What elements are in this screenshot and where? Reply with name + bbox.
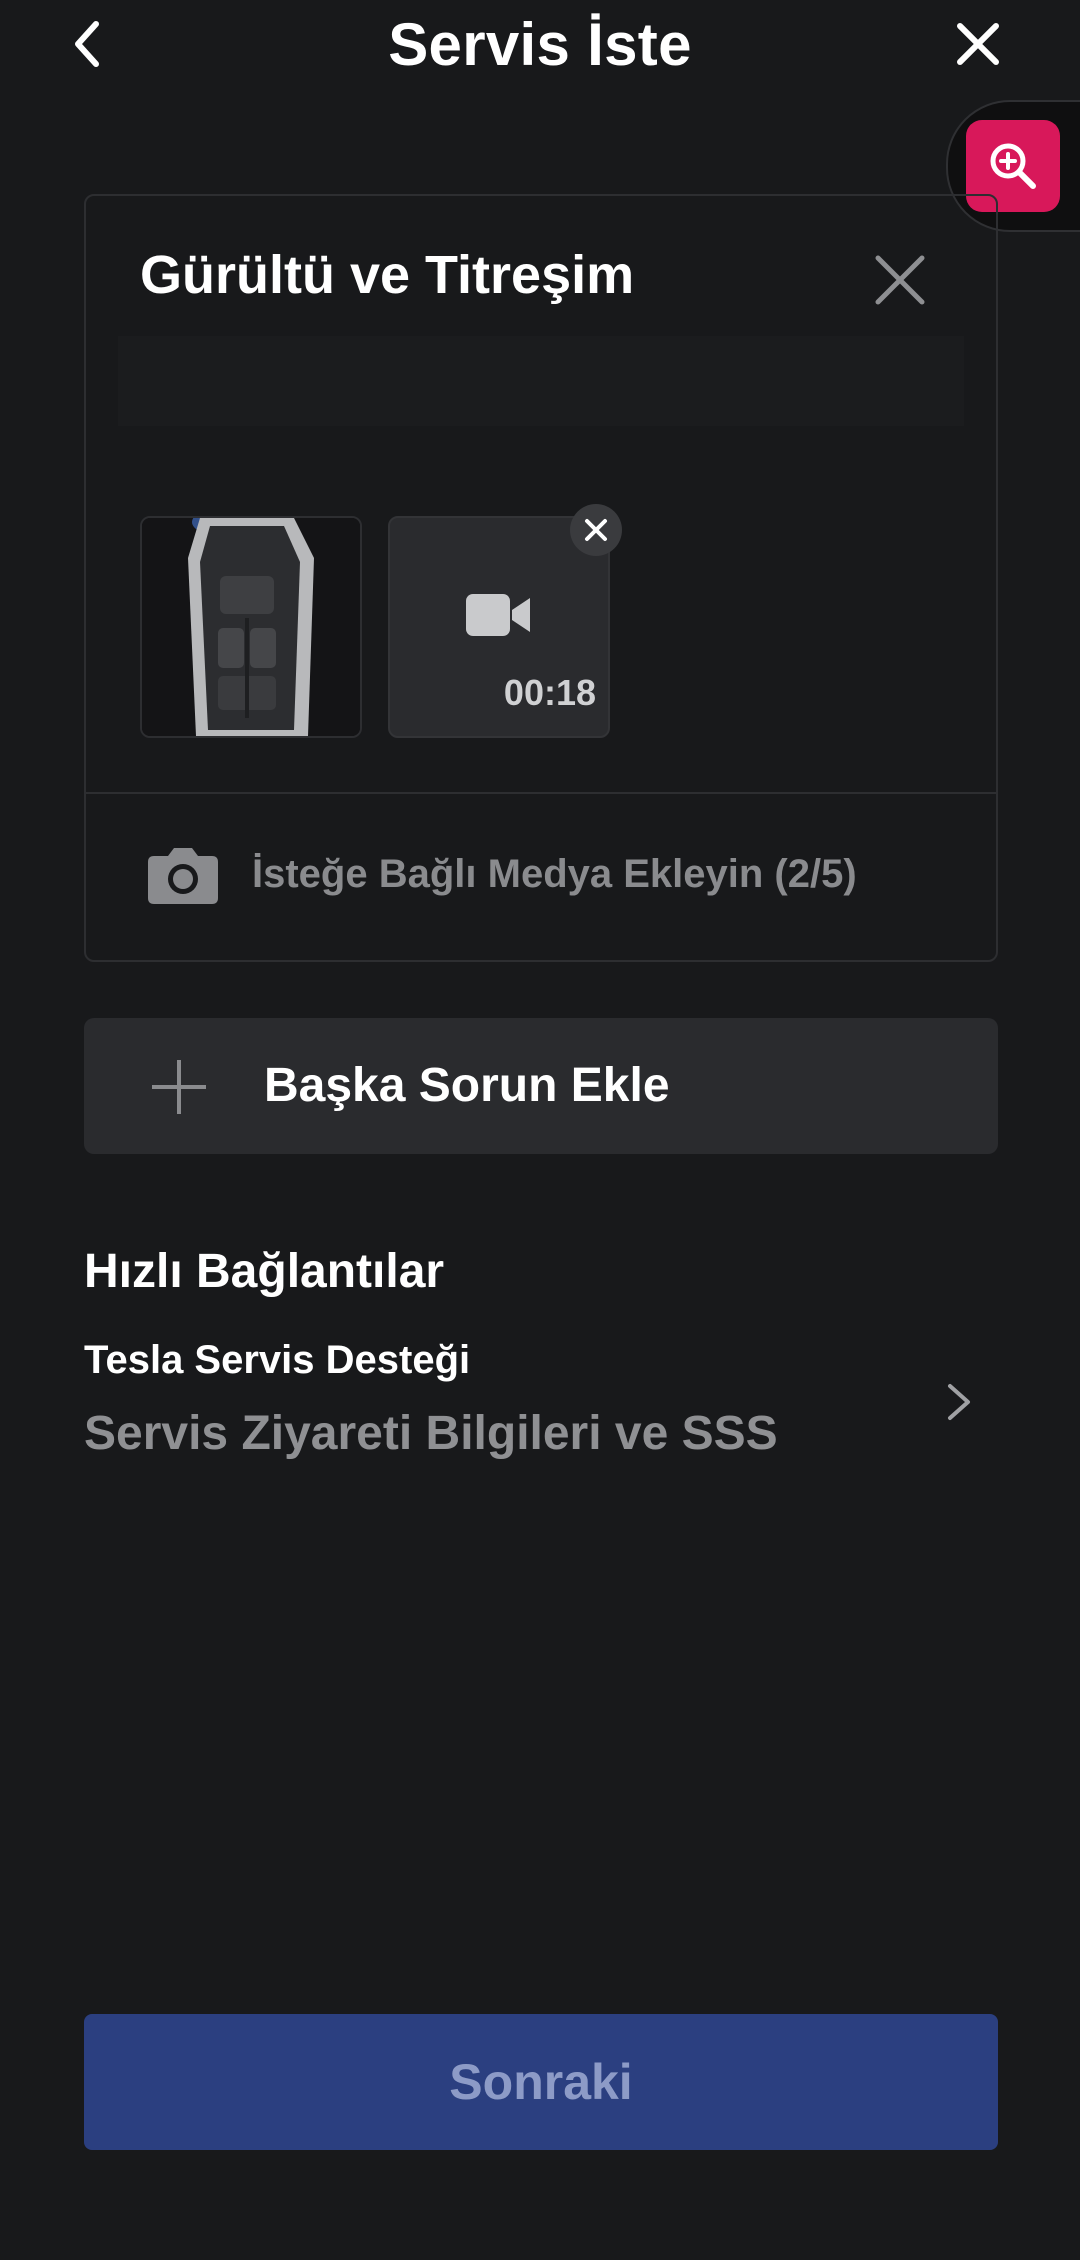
close-button[interactable] — [948, 14, 1008, 74]
car-interior-photo — [142, 518, 360, 736]
next-button-label: Sonraki — [449, 2054, 633, 2110]
close-icon — [957, 23, 999, 65]
quick-link-subtitle: Servis Ziyareti Bilgileri ve SSS — [84, 1407, 778, 1460]
page-title: Servis İste — [388, 11, 692, 78]
add-media-label: İsteğe Bağlı Medya Ekleyin (2/5) — [252, 852, 857, 896]
video-duration: 00:18 — [503, 672, 596, 713]
quick-link-title: Tesla Servis Desteği — [84, 1338, 471, 1382]
remove-media-button[interactable] — [570, 504, 622, 556]
zoom-in-icon — [990, 143, 1036, 189]
chevron-right-icon — [948, 1384, 970, 1420]
video-camera-icon — [466, 594, 530, 636]
add-issue-label: Başka Sorun Ekle — [264, 1059, 670, 1112]
issue-description-field[interactable] — [118, 336, 964, 426]
close-icon — [875, 255, 925, 305]
camera-icon — [148, 848, 218, 904]
close-icon — [585, 519, 607, 541]
remove-issue-button[interactable] — [868, 248, 932, 312]
issue-title: Gürültü ve Titreşim — [140, 245, 635, 305]
quick-links-heading: Hızlı Bağlantılar — [84, 1245, 445, 1298]
plus-icon — [152, 1060, 206, 1114]
next-button[interactable]: Sonraki — [84, 2014, 998, 2150]
media-thumbnail-image[interactable] — [140, 516, 362, 738]
